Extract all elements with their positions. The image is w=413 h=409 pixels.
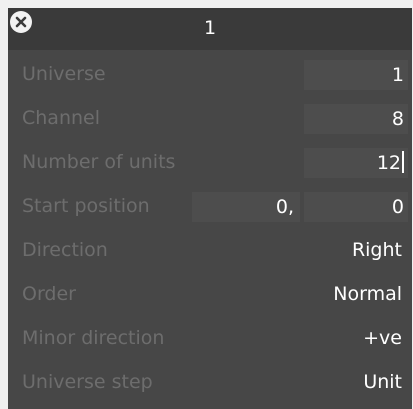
number-of-units-value: 12 xyxy=(376,152,401,174)
universe-input[interactable]: 1 xyxy=(304,60,408,90)
number-of-units-row: Number of units 12 xyxy=(8,141,412,185)
minor-direction-label: Minor direction xyxy=(22,327,165,349)
number-of-units-input[interactable]: 12 xyxy=(304,148,408,178)
unit-settings-panel: 1 Universe 1 Channel 8 Number of units 1… xyxy=(8,8,412,409)
order-label: Order xyxy=(22,283,76,305)
universe-step-label: Universe step xyxy=(22,371,153,393)
minor-direction-select[interactable]: +ve xyxy=(363,326,402,350)
universe-step-select[interactable]: Unit xyxy=(363,370,402,394)
universe-step-row: Universe step Unit xyxy=(8,361,412,405)
title-bar: 1 xyxy=(8,8,412,50)
universe-value: 1 xyxy=(391,64,404,86)
minor-direction-row: Minor direction +ve xyxy=(8,317,412,361)
start-position-x-input[interactable]: 0, xyxy=(192,192,300,222)
number-of-units-label: Number of units xyxy=(22,151,176,173)
order-select[interactable]: Normal xyxy=(333,282,402,306)
start-position-x-value: 0, xyxy=(275,196,294,218)
direction-select[interactable]: Right xyxy=(352,238,402,262)
channel-input[interactable]: 8 xyxy=(304,104,408,134)
start-position-y-input[interactable]: 0 xyxy=(304,192,408,222)
direction-label: Direction xyxy=(22,239,108,261)
universe-label: Universe xyxy=(22,63,106,85)
start-position-label: Start position xyxy=(22,195,150,217)
start-position-row: Start position 0, 0 xyxy=(8,185,412,229)
universe-row: Universe 1 xyxy=(8,53,412,97)
start-position-y-value: 0 xyxy=(391,196,404,218)
channel-value: 8 xyxy=(391,108,404,130)
order-row: Order Normal xyxy=(8,273,412,317)
direction-row: Direction Right xyxy=(8,229,412,273)
channel-label: Channel xyxy=(22,107,101,129)
window-title: 1 xyxy=(203,17,217,39)
channel-row: Channel 8 xyxy=(8,97,412,141)
text-caret xyxy=(402,151,404,173)
